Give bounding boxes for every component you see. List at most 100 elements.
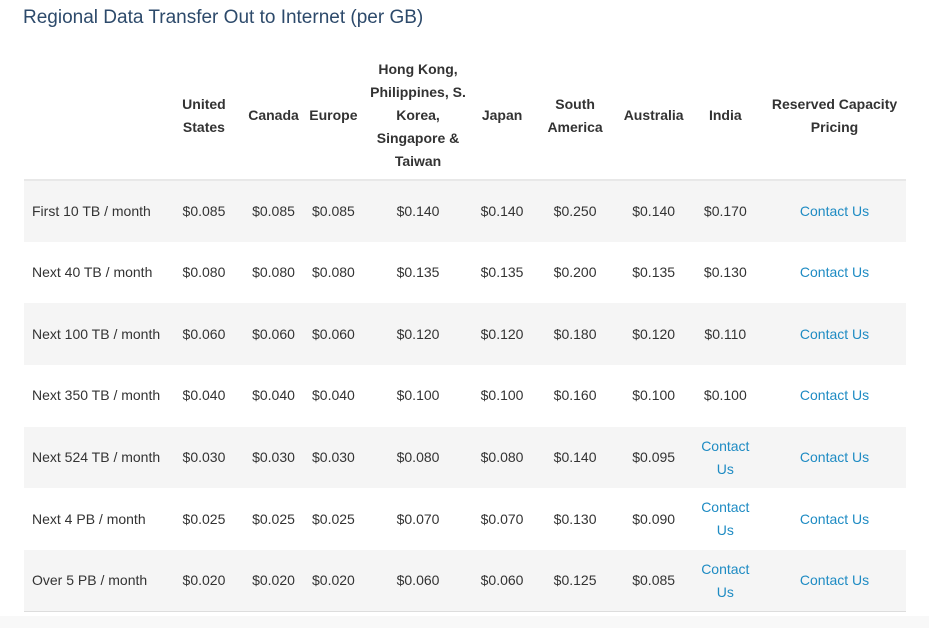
india-header: India <box>687 52 764 181</box>
contact-us-link[interactable]: Contact Us <box>800 511 869 527</box>
price-cell: $0.130 <box>687 241 764 304</box>
price-cell: $0.020 <box>242 550 305 613</box>
price-cell: $0.040 <box>165 365 243 427</box>
price-cell: $0.180 <box>530 303 620 366</box>
price-cell: $0.170 <box>687 180 764 242</box>
price-cell: $0.100 <box>473 365 531 427</box>
tier-label: First 10 TB / month <box>24 180 166 242</box>
contact-us-link[interactable]: Contact Us <box>800 203 869 219</box>
south-america-header: South America <box>530 52 620 181</box>
contact-us-link[interactable]: Contact Us <box>701 499 749 538</box>
tier-label: Over 5 PB / month <box>24 550 166 613</box>
contact-us-link[interactable]: Contact Us <box>800 387 869 403</box>
reserved-capacity-header: Reserved Capacity Pricing <box>763 52 906 181</box>
price-cell: $0.020 <box>304 550 363 613</box>
price-cell: $0.085 <box>242 180 305 242</box>
price-cell: $0.020 <box>165 550 243 613</box>
reserved-capacity-cell: Contact Us <box>763 303 906 366</box>
tier-label: Next 4 PB / month <box>24 488 166 551</box>
price-cell: Contact Us <box>687 488 764 551</box>
price-cell: $0.140 <box>619 180 688 242</box>
price-cell: $0.120 <box>473 303 531 366</box>
contact-us-link[interactable]: Contact Us <box>800 326 869 342</box>
table-row: Next 350 TB / month $0.040 $0.040 $0.040 $0.… <box>24 365 906 427</box>
reserved-capacity-cell: Contact Us <box>763 488 906 551</box>
reserved-capacity-cell: Contact Us <box>763 241 906 304</box>
japan-header: Japan <box>473 52 531 181</box>
price-cell: $0.085 <box>619 550 688 613</box>
tier-column-header <box>24 52 166 181</box>
price-cell: $0.140 <box>473 180 531 242</box>
price-cell: $0.080 <box>242 241 305 304</box>
table-row: Next 524 TB / month $0.030 $0.030 $0.030 $0.… <box>24 426 906 489</box>
price-cell: $0.100 <box>687 365 764 427</box>
price-cell: $0.025 <box>242 488 305 551</box>
price-cell: $0.060 <box>362 550 474 613</box>
price-cell: $0.085 <box>304 180 363 242</box>
price-cell: $0.135 <box>362 241 474 304</box>
price-cell: $0.040 <box>242 365 305 427</box>
price-cell: $0.030 <box>165 426 243 489</box>
reserved-capacity-cell: Contact Us <box>763 550 906 613</box>
price-cell: $0.080 <box>473 426 531 489</box>
table-row: Next 100 TB / month $0.060 $0.060 $0.060 $0.… <box>24 303 906 366</box>
price-cell: $0.110 <box>687 303 764 366</box>
australia-header: Australia <box>619 52 688 181</box>
price-cell: $0.200 <box>530 241 620 304</box>
canada-header: Canada <box>242 52 305 181</box>
tier-label: Next 350 TB / month <box>24 365 166 427</box>
asia-pacific-header: Hong Kong, Philippines, S. Korea, Singap… <box>362 52 474 181</box>
price-cell: $0.080 <box>165 241 243 304</box>
reserved-capacity-cell: Contact Us <box>763 365 906 427</box>
table-row: Next 4 PB / month $0.025 $0.025 $0.025 $0.07… <box>24 488 906 551</box>
table-row: Over 5 PB / month $0.020 $0.020 $0.020 $0.06… <box>24 550 906 613</box>
price-cell: $0.125 <box>530 550 620 613</box>
table-header: United States Canada Europe Hong Kong, Phil… <box>24 52 906 181</box>
price-cell: Contact Us <box>687 550 764 613</box>
price-cell: $0.140 <box>530 426 620 489</box>
contact-us-link[interactable]: Contact Us <box>800 572 869 588</box>
price-cell: $0.030 <box>304 426 363 489</box>
price-cell: $0.080 <box>362 426 474 489</box>
price-cell: $0.090 <box>619 488 688 551</box>
price-cell: $0.085 <box>165 180 243 242</box>
price-cell: $0.100 <box>619 365 688 427</box>
price-cell: $0.025 <box>304 488 363 551</box>
reserved-capacity-cell: Contact Us <box>763 426 906 489</box>
price-cell: $0.070 <box>362 488 474 551</box>
price-cell: $0.025 <box>165 488 243 551</box>
price-cell: $0.060 <box>165 303 243 366</box>
tier-label: Next 524 TB / month <box>24 426 166 489</box>
price-cell: $0.120 <box>362 303 474 366</box>
price-cell: $0.130 <box>530 488 620 551</box>
price-cell: $0.095 <box>619 426 688 489</box>
contact-us-link[interactable]: Contact Us <box>800 449 869 465</box>
europe-header: Europe <box>304 52 363 181</box>
tier-label: Next 40 TB / month <box>24 241 166 304</box>
price-cell: $0.160 <box>530 365 620 427</box>
price-cell: $0.040 <box>304 365 363 427</box>
contact-us-link[interactable]: Contact Us <box>800 264 869 280</box>
table-row: Next 40 TB / month $0.080 $0.080 $0.080 $0.1… <box>24 241 906 304</box>
pricing-table: United States Canada Europe Hong Kong, Phil… <box>24 52 906 613</box>
price-cell: $0.135 <box>473 241 531 304</box>
page-footer-area <box>0 616 929 628</box>
price-cell: $0.060 <box>473 550 531 613</box>
price-cell: $0.135 <box>619 241 688 304</box>
price-cell: $0.080 <box>304 241 363 304</box>
united-states-header: United States <box>165 52 243 181</box>
price-cell: $0.060 <box>242 303 305 366</box>
price-cell: Contact Us <box>687 426 764 489</box>
header-row: United States Canada Europe Hong Kong, Phil… <box>24 52 906 181</box>
price-cell: $0.120 <box>619 303 688 366</box>
tier-label: Next 100 TB / month <box>24 303 166 366</box>
table-row: First 10 TB / month $0.085 $0.085 $0.085 $0.… <box>24 180 906 242</box>
price-cell: $0.140 <box>362 180 474 242</box>
contact-us-link[interactable]: Contact Us <box>701 438 749 477</box>
price-cell: $0.060 <box>304 303 363 366</box>
price-cell: $0.250 <box>530 180 620 242</box>
price-cell: $0.070 <box>473 488 531 551</box>
contact-us-link[interactable]: Contact Us <box>701 561 749 600</box>
price-cell: $0.100 <box>362 365 474 427</box>
page-title: Regional Data Transfer Out to Internet (… <box>23 7 424 28</box>
